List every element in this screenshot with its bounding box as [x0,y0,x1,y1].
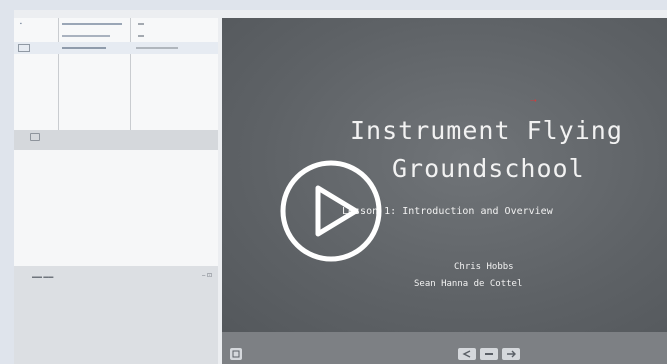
table-row[interactable]: ▪ [14,18,218,30]
row-text [62,47,106,49]
row-value [138,23,144,25]
document-icon [18,44,30,52]
play-icon[interactable] [278,158,384,264]
slide-marker: ~• [530,98,537,105]
prev-icon [462,350,471,358]
slide-icon[interactable] [30,133,40,141]
pane-controls[interactable]: – ⊡ [202,272,212,279]
next-button[interactable] [502,348,520,360]
slide-title-line1: Instrument Flying [350,116,623,145]
playback-controls [222,332,667,364]
pause-button[interactable] [480,348,498,360]
table-row[interactable] [14,30,218,42]
next-icon [507,350,516,358]
slide-icon [232,350,240,358]
slide-affiliation: Sean Hanna de Cottel [414,279,523,289]
slide-view[interactable]: ~• Instrument Flying Groundschool Lesson… [222,18,667,332]
row-icon: ▪ [20,21,22,27]
video-player: ~• Instrument Flying Groundschool Lesson… [222,18,667,364]
thumbnail-bar [14,130,218,150]
row-value [136,47,178,49]
row-text [62,23,122,25]
pane-title: ▬▬ ▬▬ [32,274,54,280]
table-row[interactable] [14,42,218,54]
lower-pane: ▬▬ ▬▬ – ⊡ [14,266,218,364]
slide-button[interactable] [230,348,242,360]
slide-author: Chris Hobbs [454,262,514,272]
left-panel: ▪ ▬▬ ▬▬ – ⊡ [14,18,218,364]
row-text [62,35,110,37]
file-table: ▪ [14,18,218,130]
row-value [138,35,144,37]
prev-button[interactable] [458,348,476,360]
slide-title-line2: Groundschool [392,154,585,183]
pause-icon [485,353,493,355]
notes-area[interactable] [14,150,218,266]
